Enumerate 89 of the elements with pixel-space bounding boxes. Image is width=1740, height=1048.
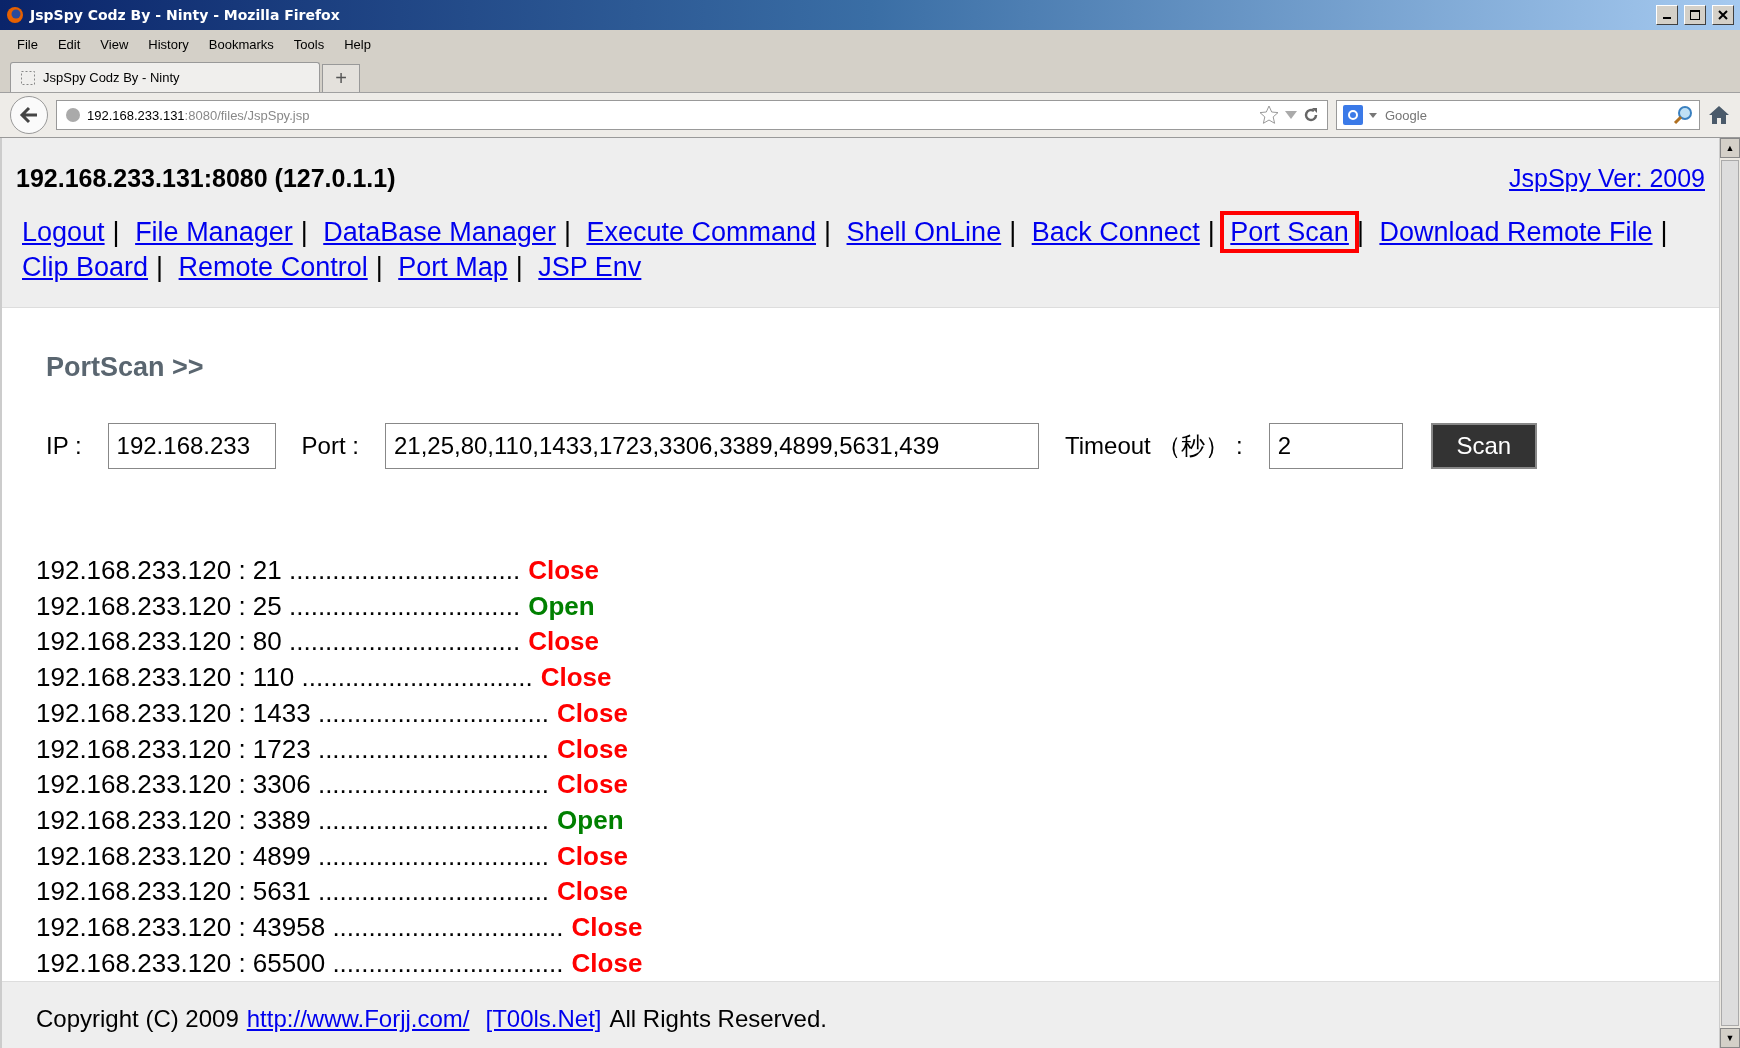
port-status: Close bbox=[557, 839, 628, 873]
separator: | bbox=[1206, 217, 1216, 247]
ip-label: IP : bbox=[46, 432, 82, 460]
port-field[interactable]: 21,25,80,110,1433,1723,3306,3389,4899,5631,439 bbox=[384, 423, 1039, 469]
result-line: 192.168.233.120 : 80 ................................ bbox=[36, 625, 521, 659]
result-line: 192.168.233.120 : 25 ................................ bbox=[36, 589, 521, 623]
nav-link[interactable]: Remote Control bbox=[172, 250, 374, 284]
dropdown-icon[interactable] bbox=[1369, 112, 1377, 118]
separator: | bbox=[562, 217, 572, 247]
result-line: 192.168.233.120 : 110 ................................ bbox=[36, 661, 533, 695]
window-title: JspSpy Codz By - Ninty - Mozilla Firefox bbox=[30, 7, 341, 23]
port-status: Close bbox=[540, 661, 612, 695]
result-line: 192.168.233.120 : 21 ................................ bbox=[36, 554, 521, 587]
separator: | bbox=[1659, 217, 1669, 247]
result-line: 192.168.233.120 : 3389 ................................ bbox=[36, 803, 550, 837]
scroll-up-button[interactable]: ▲ bbox=[1720, 138, 1740, 158]
server-address: 192.168.233.131:8080 (127.0.1.1) bbox=[16, 164, 396, 193]
separator: | bbox=[374, 252, 384, 282]
reload-icon[interactable] bbox=[1303, 107, 1319, 123]
separator: | bbox=[823, 217, 833, 247]
nav-link[interactable]: Execute Command bbox=[580, 215, 822, 249]
menu-item[interactable]: View bbox=[93, 34, 136, 54]
ip-field[interactable]: 192.168.233 bbox=[107, 423, 276, 469]
nav-link[interactable]: Shell OnLine bbox=[840, 215, 1008, 249]
nav-link[interactable]: Logout bbox=[16, 215, 111, 249]
port-status: Open bbox=[557, 803, 624, 837]
search-icon[interactable] bbox=[1673, 105, 1693, 125]
scroll-down-button[interactable]: ▼ bbox=[1720, 1028, 1740, 1048]
address-field[interactable]: 192.168.233.131:8080/files/JspSpy.jsp bbox=[56, 100, 1328, 130]
result-line: 192.168.233.120 : 5631 ................................ bbox=[36, 875, 550, 909]
new-tab-button[interactable]: + bbox=[322, 64, 360, 92]
maximize-icon bbox=[1690, 10, 1700, 20]
nav-link[interactable]: Download Remote File bbox=[1373, 215, 1659, 249]
browser-tab[interactable]: JspSpy Codz By - Ninty bbox=[10, 62, 320, 92]
port-status: Close bbox=[557, 768, 628, 802]
nav-link[interactable]: Port Map bbox=[392, 250, 514, 284]
rights-text: All Rights Reserved. bbox=[609, 1005, 827, 1034]
star-icon[interactable] bbox=[1259, 105, 1279, 125]
search-field[interactable]: Google bbox=[1336, 100, 1700, 130]
separator: | bbox=[155, 252, 165, 282]
close-icon bbox=[1718, 10, 1728, 20]
separator: | bbox=[299, 217, 309, 247]
scan-button[interactable]: Scan bbox=[1430, 423, 1537, 469]
separator: | bbox=[1355, 217, 1365, 247]
page-icon bbox=[21, 70, 35, 85]
version-link[interactable]: JspSpy Ver: 2009 bbox=[1509, 164, 1705, 193]
timeout-field[interactable]: 2 bbox=[1268, 423, 1403, 469]
close-button[interactable] bbox=[1712, 5, 1734, 25]
nav-link[interactable]: JSP Env bbox=[532, 250, 648, 284]
site-link[interactable]: [T00ls.Net] bbox=[485, 1005, 602, 1034]
separator: | bbox=[1008, 217, 1018, 247]
back-arrow-icon bbox=[19, 106, 39, 124]
separator: | bbox=[514, 252, 524, 282]
nav-link[interactable]: Back Connect bbox=[1025, 215, 1206, 249]
result-line: 192.168.233.120 : 3306 ................................ bbox=[36, 768, 550, 802]
nav-link[interactable]: File Manager bbox=[129, 215, 299, 249]
copyright-text: Copyright (C) 2009 bbox=[36, 1005, 239, 1034]
minimize-button[interactable] bbox=[1656, 5, 1678, 25]
menu-item[interactable]: Tools bbox=[286, 34, 332, 54]
port-status: Close bbox=[557, 732, 628, 766]
back-button[interactable] bbox=[10, 96, 48, 134]
home-icon[interactable] bbox=[1708, 105, 1730, 125]
scrollbar[interactable]: ▲ ▼ bbox=[1719, 138, 1740, 1048]
nav-link[interactable]: DataBase Manager bbox=[317, 215, 562, 249]
port-status: Close bbox=[557, 875, 628, 909]
menu-item[interactable]: History bbox=[141, 34, 196, 54]
result-line: 192.168.233.120 : 43958 ................................ bbox=[36, 911, 564, 945]
url-text: 192.168.233.131:8080/files/JspSpy.jsp bbox=[87, 107, 310, 123]
port-status: Close bbox=[557, 696, 628, 730]
port-status: Close bbox=[528, 625, 599, 659]
menu-item[interactable]: Help bbox=[337, 34, 378, 54]
result-line: 192.168.233.120 : 65500 ................................ bbox=[36, 946, 564, 980]
result-line: 192.168.233.120 : 1433 ................................ bbox=[36, 696, 550, 730]
separator: | bbox=[111, 217, 121, 247]
result-line: 192.168.233.120 : 4899 ................................ bbox=[36, 839, 550, 873]
nav-link[interactable]: Clip Board bbox=[16, 250, 155, 284]
port-status: Open bbox=[528, 589, 595, 623]
port-status: Close bbox=[528, 554, 599, 587]
menu-item[interactable]: Bookmarks bbox=[201, 34, 281, 54]
timeout-label: Timeout （秒） : bbox=[1064, 431, 1243, 461]
menu-item[interactable]: Edit bbox=[50, 34, 88, 54]
port-status: Close bbox=[571, 911, 643, 945]
section-heading: PortScan >> bbox=[46, 352, 205, 383]
menu-item[interactable]: File bbox=[10, 34, 45, 54]
site-link[interactable]: http://www.Forjj.com/ bbox=[246, 1005, 470, 1034]
port-status: Close bbox=[571, 946, 643, 980]
result-line: 192.168.233.120 : 1723 ................................ bbox=[36, 732, 550, 766]
port-label: Port : bbox=[301, 432, 359, 460]
maximize-button[interactable] bbox=[1684, 5, 1706, 25]
